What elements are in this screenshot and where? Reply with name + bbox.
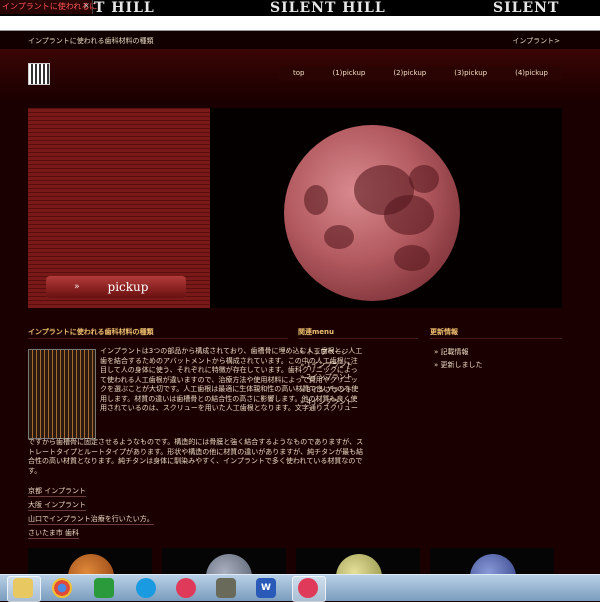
- menu-item[interactable]: » 2インプラント: [300, 371, 353, 384]
- nav-pickup-3[interactable]: (3)pickup: [440, 67, 501, 81]
- menu-item-label: 3インプラント: [306, 385, 353, 394]
- menu-item[interactable]: » 3インプラント: [300, 384, 353, 397]
- site-topbar: インプラントに使われる歯科材料の種類 インプラント>: [0, 31, 600, 50]
- nav-top[interactable]: top: [279, 67, 318, 81]
- update-item-label: 記載情報: [440, 348, 469, 356]
- chevron-right-icon: »: [434, 360, 439, 369]
- main-divider: [28, 338, 288, 339]
- link-osaka[interactable]: 大阪 インプラント: [28, 500, 87, 511]
- nav-pickup-1[interactable]: (1)pickup: [319, 67, 380, 81]
- menu-item[interactable]: » 1インプラント: [300, 359, 353, 372]
- hero-banner: » pickup: [28, 108, 562, 308]
- nav-pickup-2[interactable]: (2)pickup: [379, 67, 440, 81]
- menu-item-label: 1インプラント: [306, 360, 353, 369]
- itunes-icon-2[interactable]: [298, 578, 318, 598]
- link-saitama[interactable]: さいたま市 歯科: [28, 528, 80, 539]
- browser-tab[interactable]: インプラントに使われるに ×: [0, 0, 97, 14]
- qr-code-icon: [28, 63, 50, 85]
- app-icon[interactable]: [216, 578, 236, 598]
- tab-close-icon[interactable]: ×: [83, 1, 90, 10]
- address-bar[interactable]: [0, 16, 600, 31]
- pickup-button-label: pickup: [107, 280, 149, 294]
- menu-item[interactable]: » トップページ: [300, 346, 353, 359]
- main-paragraph-2: ですから歯槽骨に固定させるようなものです。構造的には骨膜と強く結合するようなもの…: [28, 438, 364, 475]
- site-tagline: インプラントに使われる歯科材料の種類: [28, 37, 154, 45]
- chevron-right-icon: »: [300, 348, 305, 356]
- browser-tab-strip: インプラントに使われるに × T HILL SILENT HILL SILENT…: [0, 0, 600, 32]
- red-moon-image: [284, 125, 460, 301]
- chevron-right-icon: »: [300, 385, 305, 394]
- link-yamaguchi[interactable]: 山口でインプラント治療を行いたい方。: [28, 514, 154, 525]
- updates-divider: [430, 338, 562, 339]
- topbar-link[interactable]: インプラント>: [512, 36, 560, 46]
- link-kyoto[interactable]: 京都 インプラント: [28, 486, 87, 497]
- pickup-button[interactable]: » pickup: [46, 276, 186, 298]
- main-nav: top (1)pickup (2)pickup (3)pickup (4)pic…: [279, 67, 562, 81]
- updates-list: » 記載情報 » 更新しました: [434, 346, 483, 371]
- lantern-thumbnail: [28, 349, 96, 439]
- chrome-icon[interactable]: [52, 578, 72, 598]
- itunes-icon[interactable]: [176, 578, 196, 598]
- nav-pickup-4[interactable]: (4)pickup: [501, 67, 562, 81]
- menu-item-label: トップページ: [306, 348, 349, 356]
- excel-icon[interactable]: [94, 578, 114, 598]
- update-item[interactable]: » 記載情報: [434, 346, 483, 359]
- windows-taskbar: W: [0, 574, 600, 602]
- site-header: top (1)pickup (2)pickup (3)pickup (4)pic…: [0, 50, 600, 98]
- menu-item[interactable]: » 4インプラント: [300, 396, 353, 409]
- update-item-label: 更新しました: [440, 360, 483, 369]
- menu-section-title: 関連menu: [298, 328, 335, 336]
- chevron-right-icon: »: [300, 373, 305, 381]
- file-explorer-icon[interactable]: [13, 578, 33, 598]
- chevron-right-icon: »: [300, 360, 305, 369]
- main-section-title: インプラントに使われる歯科材料の種類: [28, 328, 154, 336]
- skype-icon[interactable]: [136, 578, 156, 598]
- updates-section-title: 更新情報: [430, 328, 458, 336]
- update-item[interactable]: » 更新しました: [434, 359, 483, 372]
- arrow-icon: »: [74, 282, 80, 292]
- brand-logo-left: T HILL: [94, 0, 155, 16]
- menu-item-label: 2インプラント: [306, 373, 353, 381]
- menu-divider: [298, 338, 418, 339]
- menu-list: » トップページ » 1インプラント » 2インプラント » 3インプラント »…: [300, 346, 353, 409]
- brick-wall-image: » pickup: [28, 108, 210, 308]
- word-icon[interactable]: W: [256, 578, 276, 598]
- brand-logo-center: SILENT HILL: [270, 0, 386, 16]
- menu-item-label: 4インプラント: [306, 398, 353, 406]
- chevron-right-icon: »: [434, 348, 439, 356]
- chevron-right-icon: »: [300, 398, 305, 406]
